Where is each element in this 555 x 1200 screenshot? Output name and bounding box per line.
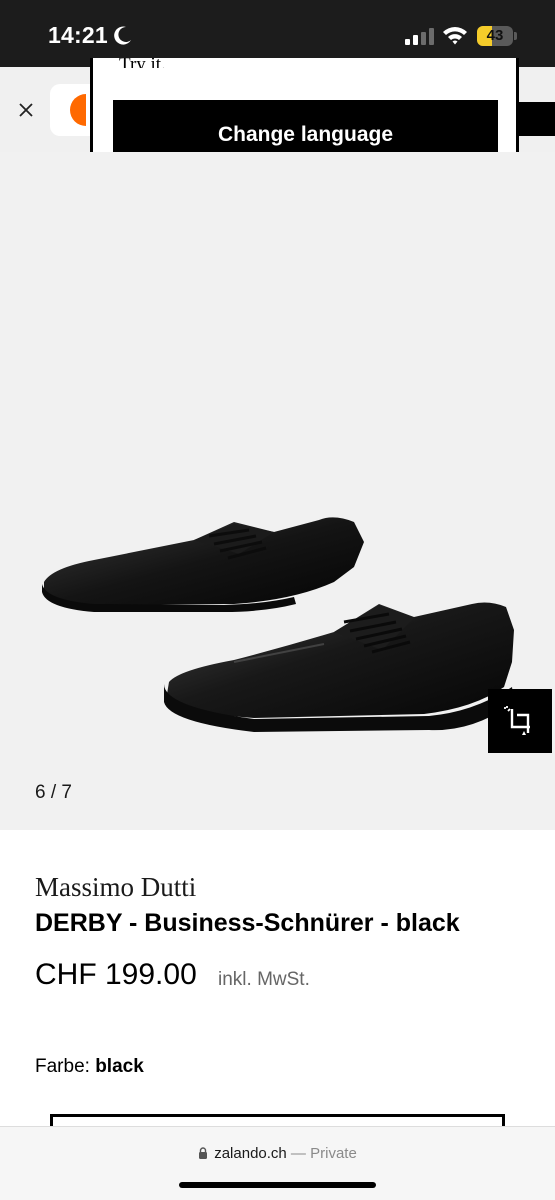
color-label: Farbe: — [35, 1056, 90, 1077]
vat-note: inkl. MwSt. — [218, 969, 310, 990]
product-name: DERBY - Business-Schnürer - black — [35, 909, 460, 937]
cellular-signal-icon — [405, 28, 434, 45]
url-domain: zalando.ch — [214, 1145, 287, 1162]
home-indicator — [179, 1182, 376, 1188]
private-mode-label: Private — [310, 1145, 357, 1162]
color-row: Farbe: black — [35, 1056, 144, 1078]
color-value: black — [95, 1056, 144, 1077]
view-in-room-button[interactable] — [488, 689, 552, 753]
battery-percentage: 43 — [486, 27, 504, 44]
crop-sparkle-icon — [504, 706, 530, 735]
banner-open-button[interactable] — [517, 102, 555, 136]
moon-icon — [114, 26, 131, 45]
product-brand[interactable]: Massimo Dutti — [35, 872, 196, 903]
url-separator: — — [286, 1145, 311, 1162]
close-icon[interactable] — [16, 100, 36, 120]
product-image — [42, 517, 514, 732]
product-price: CHF 199.00 — [35, 958, 197, 991]
status-time: 14:21 — [48, 22, 108, 48]
product-gallery[interactable]: 6 / 7 — [0, 152, 555, 830]
url-row[interactable]: zalando.ch — Private — [0, 1145, 555, 1162]
lock-icon — [199, 1147, 208, 1159]
popover-text: Try it. — [119, 58, 166, 68]
wifi-icon — [443, 27, 467, 45]
battery-indicator: 43 — [477, 26, 517, 46]
browser-address-bar[interactable]: zalando.ch — Private — [0, 1126, 555, 1200]
status-bar: 14:21 43 — [0, 0, 555, 67]
gallery-counter: 6 / 7 — [35, 782, 72, 803]
